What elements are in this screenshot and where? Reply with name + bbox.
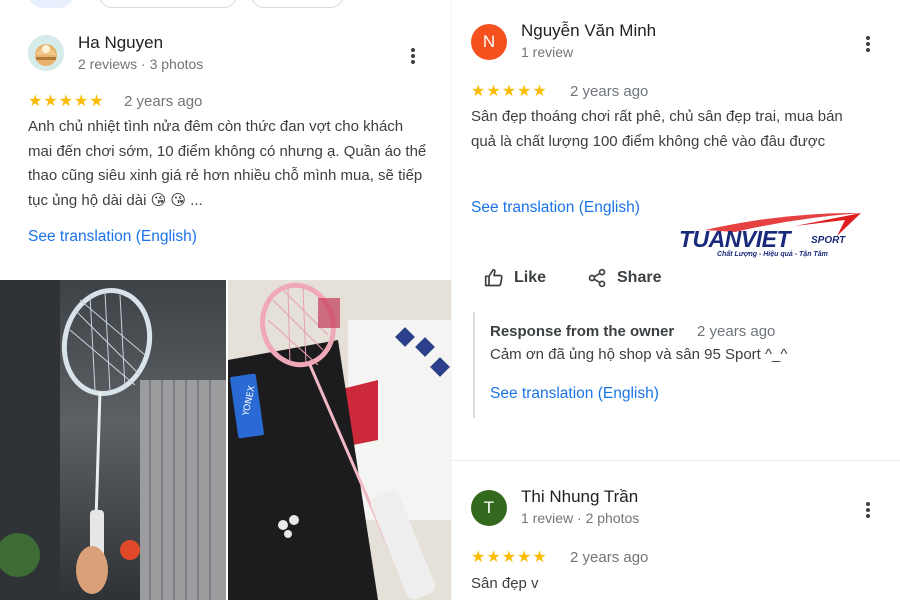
review-date: 2 years ago (570, 549, 649, 566)
racket-and-clothes-photo-image: YONEX (228, 280, 452, 600)
avatar[interactable]: T (471, 490, 507, 526)
more-options-icon[interactable] (866, 502, 870, 518)
owner-response-text: Cảm ơn đã ủng hộ shop và sân 95 Sport ^_… (490, 346, 788, 363)
reviewer-name[interactable]: Ha Nguyen (78, 33, 163, 53)
owner-response-title: Response from the owner (490, 323, 675, 340)
share-icon (588, 268, 606, 288)
like-button[interactable]: Like (484, 268, 546, 288)
owner-see-translation-link[interactable]: See translation (English) (490, 385, 659, 403)
star-rating: ★★★★★ (471, 549, 548, 566)
filter-chip[interactable] (250, 0, 345, 8)
review-photo[interactable]: YONEX (228, 280, 452, 600)
review-card-ha-nguyen: Ha Nguyen 2 reviews · 3 photos ★★★★★ 2 y… (0, 0, 452, 600)
share-label: Share (617, 269, 662, 286)
share-button[interactable]: Share (587, 268, 661, 288)
logo-sport-text: SPORT (811, 235, 846, 246)
owner-response-date: 2 years ago (697, 323, 776, 340)
avatar[interactable]: N (471, 24, 507, 60)
more-options-icon[interactable] (866, 36, 870, 52)
avatar-photo-icon (28, 35, 64, 71)
reviewer-meta: 1 review (521, 44, 574, 60)
review-date: 2 years ago (570, 83, 649, 100)
tuanviet-sport-logo: TUANVIET SPORT Chất Lượng - Hiệu quả - T… (675, 210, 870, 266)
review-photo[interactable] (0, 280, 226, 600)
reviewer-meta: 1 review · 2 photos (521, 510, 640, 526)
reviewer-meta: 2 reviews · 3 photos (78, 56, 204, 72)
see-translation-link[interactable]: See translation (English) (471, 199, 640, 217)
review-text: Sân đẹp thoáng chơi rất phê, chủ sân đẹp… (471, 108, 843, 150)
reviewer-name[interactable]: Thi Nhung Trần (521, 487, 638, 507)
star-rating: ★★★★★ (28, 93, 105, 110)
filter-chip[interactable] (98, 0, 238, 8)
racket-photo-image (0, 280, 226, 600)
review-date: 2 years ago (124, 93, 203, 110)
star-rating: ★★★★★ (471, 83, 548, 100)
thumbs-up-icon (484, 268, 503, 287)
review-text: Anh chủ nhiệt tình nửa đêm còn thức đan … (28, 118, 427, 209)
logo-tagline: Chất Lượng - Hiệu quả - Tận Tâm (717, 251, 828, 258)
like-label: Like (514, 269, 547, 286)
logo-brand-text: TUANVIET (679, 226, 791, 252)
owner-response-bar (473, 312, 475, 418)
review-text: Sân đẹp v (471, 575, 539, 592)
review-divider (452, 460, 900, 461)
more-options-icon[interactable] (411, 48, 415, 64)
avatar[interactable] (28, 35, 64, 71)
reviewer-name[interactable]: Nguyễn Văn Minh (521, 21, 656, 41)
filter-chip[interactable] (28, 0, 74, 8)
see-translation-link[interactable]: See translation (English) (28, 228, 197, 246)
